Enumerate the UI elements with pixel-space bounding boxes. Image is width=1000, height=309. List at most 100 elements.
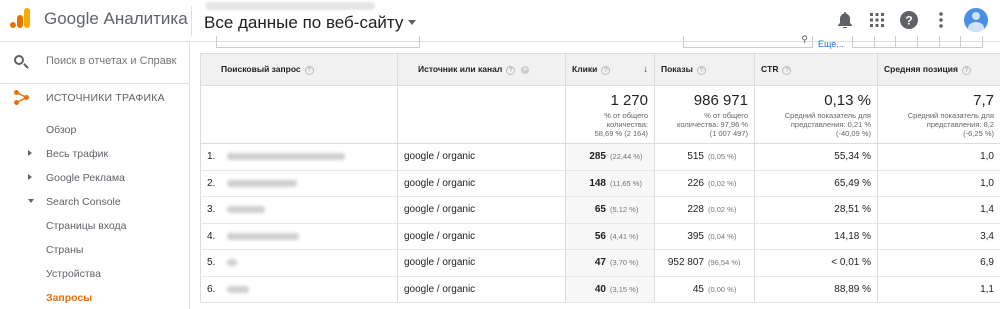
- caret-down-icon[interactable]: [28, 199, 34, 203]
- source-text[interactable]: google / organic: [404, 231, 475, 242]
- svg-text:?: ?: [905, 14, 912, 28]
- sidebar-item[interactable]: Обзор: [0, 119, 190, 141]
- help-icon[interactable]: ?: [900, 11, 918, 29]
- position-cell: 1,0: [877, 170, 1000, 197]
- source-text[interactable]: google / organic: [404, 204, 475, 215]
- chevron-down-icon[interactable]: [408, 20, 416, 25]
- source-cell[interactable]: google / organic: [397, 249, 566, 277]
- help-icon[interactable]: ?: [601, 65, 611, 75]
- col-impressions-header[interactable]: Показы?: [654, 53, 755, 86]
- view-selector[interactable]: Все данные по веб-сайту: [204, 13, 403, 33]
- sidebar-item[interactable]: Весь трафик: [0, 143, 190, 165]
- avatar[interactable]: [964, 8, 988, 32]
- source-cell[interactable]: google / organic: [397, 143, 566, 171]
- position-value: 1,4: [980, 204, 994, 216]
- view-pivot-button[interactable]: [960, 36, 984, 48]
- clicks-cell: 47 (3,70 %): [565, 249, 655, 277]
- source-text[interactable]: google / organic: [404, 257, 475, 268]
- account-path-blurred[interactable]: [205, 2, 375, 10]
- table-row[interactable]: 5. google / organic 47 (3,70 %) 952 807 (96,5…: [200, 249, 1000, 277]
- totals-position-cell: 7,7 Средний показатель для представления…: [877, 85, 1000, 144]
- search-input[interactable]: [46, 55, 186, 67]
- sidebar-item[interactable]: Страны: [0, 239, 190, 261]
- clicks-percent: (22,44 %): [610, 152, 643, 162]
- impressions-cell: 515 (0,05 %): [654, 143, 755, 171]
- query-cell[interactable]: 5.: [200, 249, 398, 277]
- source-text[interactable]: google / organic: [404, 151, 475, 162]
- help-icon[interactable]: ?: [506, 65, 516, 75]
- col-query-header[interactable]: Поисковый запрос?: [200, 53, 398, 86]
- impressions-value: 226: [687, 177, 704, 189]
- sidebar-section-traffic-sources[interactable]: ИСТОЧНИКИ ТРАФИКА: [0, 86, 190, 110]
- remove-dimension-icon[interactable]: ×: [521, 66, 530, 75]
- apps-grid-icon[interactable]: [868, 11, 886, 29]
- help-icon[interactable]: ?: [696, 65, 706, 75]
- help-icon[interactable]: ?: [782, 65, 792, 75]
- source-cell[interactable]: google / organic: [397, 276, 566, 303]
- caret-right-icon[interactable]: [28, 150, 32, 156]
- table-search-input[interactable]: ⚲: [683, 34, 813, 48]
- clicks-percent: (5,12 %): [610, 205, 639, 215]
- query-cell[interactable]: 1.: [200, 143, 398, 171]
- notifications-bell-icon[interactable]: [836, 11, 854, 29]
- table-row[interactable]: 1. google / organic 285 (22,44 %) 515 (0,05 %…: [200, 143, 1000, 171]
- totals-source-cell: [397, 85, 566, 144]
- sidebar-item[interactable]: Устройства: [0, 263, 190, 285]
- query-cell[interactable]: 2.: [200, 170, 398, 197]
- table-header-row: Поисковый запрос? Источник или канал? × К…: [200, 53, 1000, 86]
- caret-right-icon[interactable]: [28, 174, 32, 180]
- impressions-value: 45: [692, 283, 704, 295]
- search-icon: [14, 55, 29, 69]
- source-text[interactable]: google / organic: [404, 284, 475, 295]
- search-icon[interactable]: ⚲: [801, 34, 808, 45]
- impressions-cell: 228 (0,02 %): [654, 196, 755, 224]
- ctr-cell: 65,49 %: [754, 170, 878, 197]
- view-terms-button[interactable]: [938, 36, 962, 48]
- sidebar-item[interactable]: Search Console: [0, 191, 190, 213]
- help-icon[interactable]: ?: [304, 65, 314, 75]
- sidebar-item[interactable]: Google Реклама: [0, 167, 190, 189]
- query-text-blurred[interactable]: [227, 285, 249, 293]
- ctr-value: 88,89 %: [834, 283, 871, 295]
- col-source-header[interactable]: Источник или канал? ×: [397, 53, 566, 86]
- more-vert-icon[interactable]: [932, 11, 950, 29]
- col-position-header[interactable]: Средняя позиция?: [877, 53, 1000, 86]
- app-title[interactable]: Google Аналитика: [44, 9, 188, 29]
- sidebar-item-label: Запросы: [46, 292, 93, 304]
- view-percent-button[interactable]: [873, 36, 897, 48]
- query-text-blurred[interactable]: [227, 179, 297, 187]
- source-text[interactable]: google / organic: [404, 178, 475, 189]
- query-text-blurred[interactable]: [227, 232, 299, 240]
- source-cell[interactable]: google / organic: [397, 223, 566, 250]
- table-row[interactable]: 4. google / organic 56 (4,41 %) 395 (0,04 %) 1…: [200, 223, 1000, 250]
- sort-desc-icon[interactable]: ↓: [643, 64, 648, 75]
- query-text-blurred[interactable]: [227, 259, 237, 267]
- view-performance-button[interactable]: [895, 36, 919, 48]
- sidebar-item[interactable]: Страницы входа: [0, 215, 190, 237]
- clicks-percent: (3,15 %): [610, 284, 639, 294]
- sidebar-item[interactable]: Запросы: [0, 287, 190, 309]
- help-icon[interactable]: ?: [961, 65, 971, 75]
- view-type-buttons: [852, 36, 984, 48]
- sidebar: ИСТОЧНИКИ ТРАФИКА Обзор Весь трафик Google…: [0, 42, 190, 309]
- source-cell[interactable]: google / organic: [397, 196, 566, 224]
- query-text-blurred[interactable]: [227, 153, 345, 161]
- col-ctr-header[interactable]: CTR?: [754, 53, 878, 86]
- advanced-link[interactable]: Еще...: [818, 39, 844, 49]
- table-row[interactable]: 6. google / organic 40 (3,15 %) 45 (0,00 %) 88…: [200, 276, 1000, 303]
- view-table-button[interactable]: [852, 36, 875, 48]
- col-clicks-header[interactable]: Клики? ↓: [565, 53, 655, 86]
- query-cell[interactable]: 3.: [200, 196, 398, 224]
- secondary-dimension-input[interactable]: [216, 36, 420, 48]
- sidebar-item-label: Страны: [46, 244, 84, 256]
- query-cell[interactable]: 4.: [200, 223, 398, 250]
- table-row[interactable]: 3. google / organic 65 (5,12 %) 228 (0,02 %) 2…: [200, 196, 1000, 224]
- source-cell[interactable]: google / organic: [397, 170, 566, 197]
- sidebar-item-label: Обзор: [46, 124, 77, 136]
- view-compare-button[interactable]: [917, 36, 940, 48]
- sidebar-item-label: Страницы входа: [46, 220, 127, 232]
- table-row[interactable]: 2. google / organic 148 (11,65 %) 226 (0,02 %…: [200, 170, 1000, 197]
- query-cell[interactable]: 6.: [200, 276, 398, 303]
- analytics-logo-icon[interactable]: [10, 8, 32, 30]
- query-text-blurred[interactable]: [227, 206, 265, 214]
